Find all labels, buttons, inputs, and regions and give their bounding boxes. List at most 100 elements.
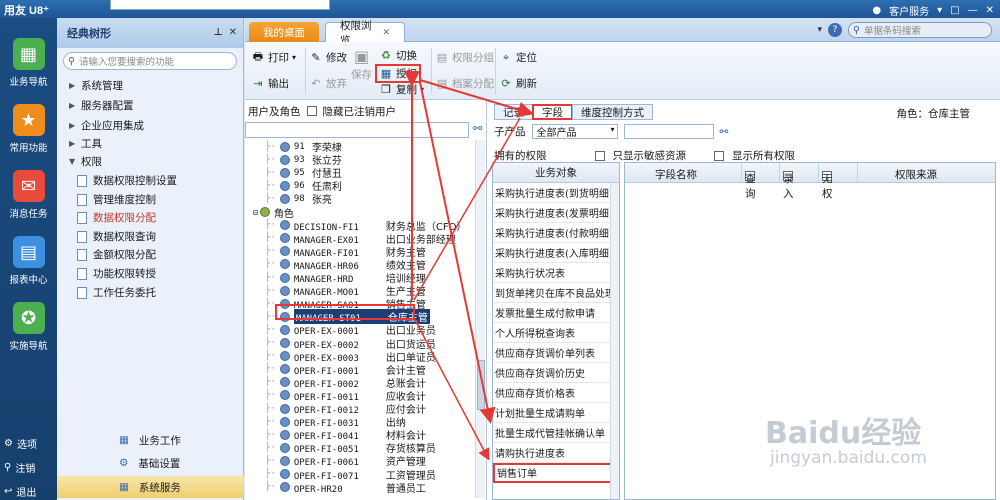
help-icon[interactable]: ? [828,23,842,37]
role-row[interactable]: ├· MANAGER-EX01 出口业务部经理 [265,232,456,246]
nav-reports[interactable]: ▤ 报表中心 [0,236,57,286]
role-row[interactable]: ├· DECISION-FI1 财务总监（CFO） [265,219,466,233]
dropdown-icon[interactable]: ▾ [937,5,942,16]
logout-link[interactable]: ⚲ 注销 [4,460,35,475]
role-row[interactable]: ├· MANAGER-SA01 销售主管 [265,297,426,311]
tree-scrollbar[interactable] [475,140,485,498]
user-row[interactable]: ├· 93 张立芬 [265,153,342,167]
tree-item-data-perm-query[interactable]: 数据权限查询 [77,229,156,244]
role-row[interactable]: ├· OPER-EX-0001 出口业务员 [265,323,436,337]
close-button[interactable]: ✕ [986,5,994,16]
nav-messages[interactable]: ✉ 消息任务 [0,170,57,220]
tab-desktop[interactable]: 我的桌面 [249,22,319,42]
tree-item-data-perm-assign[interactable]: 数据权限分配 [77,210,156,225]
role-row[interactable]: ├· OPER-HR20 普通员工 [265,481,426,495]
maximize-button[interactable]: □ [950,5,959,16]
business-object-item[interactable]: 销售订单 [493,463,619,483]
business-object-item[interactable]: 计划批量生成请购单 [493,403,619,423]
role-row[interactable]: ├· MANAGER-MO01 生产主管 [265,284,426,298]
role-row[interactable]: ├· OPER-EX-0003 出口单证员 [265,350,436,364]
business-object-item[interactable]: 个人所得税查询表 [493,323,619,343]
role-row[interactable]: ├· OPER-FI-0001 会计主管 [265,363,426,377]
business-object-item[interactable]: 采购执行进度表(发票明细) [493,203,619,223]
subproduct-filter-input[interactable] [623,124,714,139]
pin-icon[interactable]: ⊥ [213,27,222,38]
role-row[interactable]: ├· OPER-FI-0041 材料会计 [265,428,426,442]
show-all-checkbox[interactable] [714,150,724,161]
role-row[interactable]: ├· OPER-FI-0002 总账会计 [265,376,426,390]
customer-service-link[interactable]: 客户服务 [889,3,929,18]
business-object-item[interactable]: 到货单拷贝在库不良品处理单 [493,283,619,303]
export-button[interactable]: ⇥ 输出 [251,76,289,91]
close-icon[interactable]: ✕ [229,27,237,38]
role-row[interactable]: ├· OPER-FI-0031 出纳 [265,415,406,429]
business-object-item[interactable]: 采购执行状况表 [493,263,619,283]
user-search-input[interactable] [245,122,469,138]
tab-permission-browse[interactable]: 权限浏览 ✕ [325,20,405,47]
tree-group-system[interactable]: ▶ 系统管理 [69,78,123,93]
bottom-system-service[interactable]: ▦ 系统服务 [57,476,244,498]
role-row[interactable]: ├· OPER-FI-0071 工资管理员 [265,468,436,482]
barcode-search-input[interactable]: ⚲ 单据条码搜索 [848,22,992,38]
role-row[interactable]: ├· OPER-FI-0061 资产管理 [265,454,426,468]
role-row[interactable]: ├· OPER-FI-0051 存货核算员 [265,441,436,455]
bottom-basic-settings[interactable]: ⚙ 基础设置 [57,452,244,474]
close-tab-icon[interactable]: ✕ [382,28,390,38]
refresh-button[interactable]: ⟳ 刷新 [499,76,537,91]
role-row[interactable]: ├· MANAGER-ST01 仓库主管 [265,309,430,325]
tree-item-dimension-control[interactable]: 管理维度控制 [77,192,156,207]
save-button[interactable]: ▣ 保存 [351,46,372,82]
abandon-button[interactable]: ↶ 放弃 [309,76,347,91]
business-object-item[interactable]: 供应商存货调价历史 [493,363,619,383]
user-row[interactable]: ├· 98 张亮 [265,192,332,206]
options-link[interactable]: ⚙ 选项 [4,436,37,451]
role-row[interactable]: ├· MANAGER-HR06 绩效主管 [265,258,426,272]
subtab-field[interactable]: 字段 [532,104,573,120]
business-object-item[interactable]: 请购执行进度表 [493,443,619,463]
copy-button[interactable]: ❐ 复制 ▾ [379,82,424,97]
business-object-item[interactable]: 发票批量生成付款申请 [493,303,619,323]
customer-service-icon[interactable]: ● [872,5,881,16]
role-row[interactable]: ├· OPER-FI-0012 应付会计 [265,402,426,416]
subtab-record[interactable]: 记录 [494,104,533,120]
bo-scrollbar[interactable] [610,183,619,499]
nav-business[interactable]: ▦ 业务导航 [0,38,57,88]
role-row[interactable]: ├· MANAGER-HRD 培训经理 [265,271,426,285]
tree-item-task-delegate[interactable]: 工作任务委托 [77,285,156,300]
tree-item-amount-perm[interactable]: 金额权限分配 [77,247,156,262]
business-object-item[interactable]: 批量生成代管挂帐确认单 [493,423,619,443]
only-sensitive-checkbox[interactable] [594,150,605,161]
role-row[interactable]: ├· OPER-FI-0011 应收会计 [265,389,426,403]
switch-button[interactable]: ♻ 切换 [379,48,417,63]
role-row[interactable]: ├· MANAGER-FI01 财务主管 [265,245,426,259]
tab-list-icon[interactable]: ▾ [817,25,822,35]
business-object-item[interactable]: 采购执行进度表(付款明细) [493,223,619,243]
locate-button[interactable]: ⌖ 定位 [499,50,537,65]
nav-common[interactable]: ★ 常用功能 [0,104,57,154]
user-row[interactable]: ├· 91 李荣棣 [265,140,342,154]
subproduct-select[interactable]: 全部产品 ▾ [531,124,618,139]
tree-item-func-perm-transfer[interactable]: 功能权限转授 [77,266,156,281]
tree-group-permission[interactable]: ▼ 权限 [69,154,102,169]
edit-button[interactable]: ✎ 修改 [309,50,347,65]
function-search-input[interactable]: ⚲ 请输入您要搜索的功能 [63,52,237,70]
authorize-button[interactable]: ▦ 授权 [375,64,421,83]
business-object-item[interactable]: 供应商存货调价单列表 [493,343,619,363]
business-object-item[interactable]: 采购执行进度表(入库明细) [493,243,619,263]
business-object-item[interactable]: 采购执行进度表(到货明细) [493,183,619,203]
hide-cancelled-checkbox[interactable] [306,106,317,116]
nav-implement[interactable]: ✪ 实施导航 [0,302,57,352]
binoculars-icon[interactable]: ⚯ [720,126,729,138]
user-row[interactable]: ├· 95 付慧丑 [265,166,342,180]
role-row[interactable]: ├· OPER-EX-0002 出口货运员 [265,337,436,351]
binoculars-icon[interactable]: ⚯ [473,122,482,135]
tree-group-eai[interactable]: ▶ 企业应用集成 [69,118,144,133]
tree-item-data-perm-settings[interactable]: 数据权限控制设置 [77,173,177,188]
archive-assign-button[interactable]: ▤ 档案分配 [435,76,494,91]
tree-group-server[interactable]: ▶ 服务器配置 [69,98,134,113]
exit-link[interactable]: ↩ 退出 [4,484,36,499]
print-button[interactable]: 🖶 打印 ▾ [251,50,296,65]
perm-group-button[interactable]: ▤ 权限分组 [435,50,494,65]
role-root-row[interactable]: ⊟ 角色 [253,206,294,220]
subtab-dimension-control[interactable]: 维度控制方式 [572,104,653,120]
